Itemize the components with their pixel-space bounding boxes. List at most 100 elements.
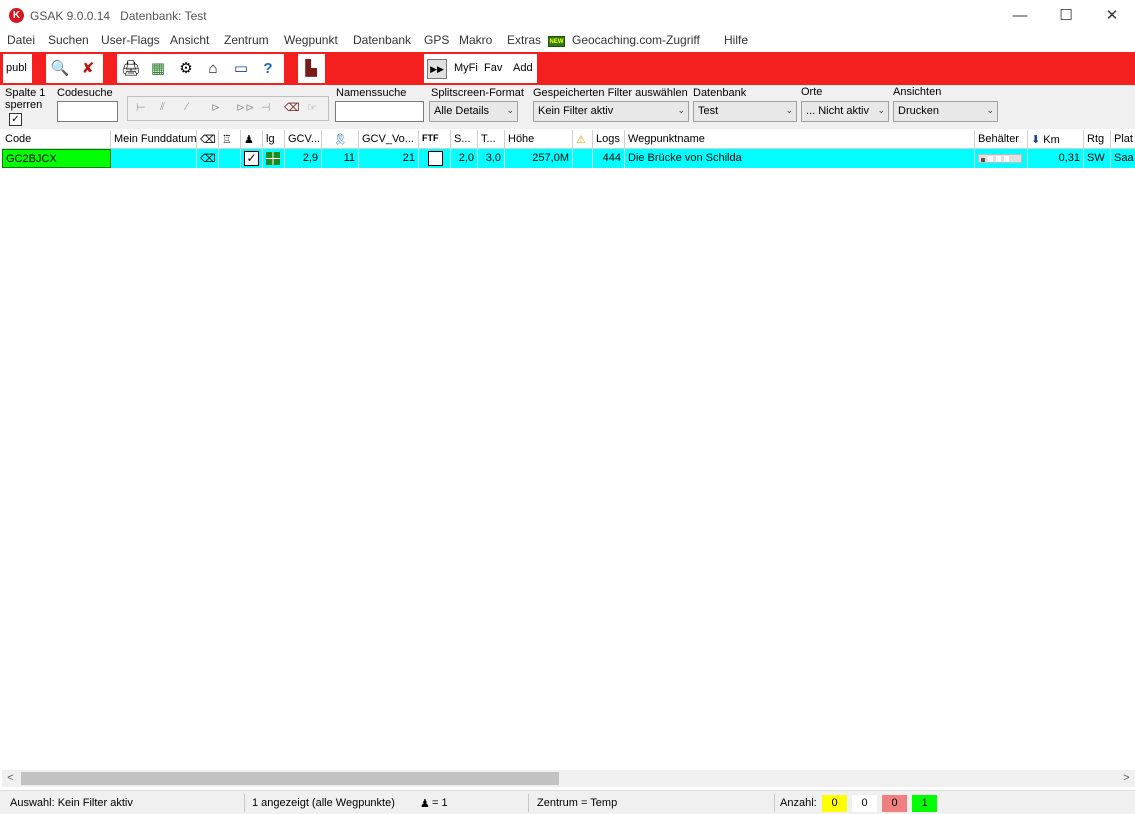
places-label: Orte [801, 86, 823, 98]
column-header-container[interactable]: Behälter [975, 130, 1028, 149]
cell-km[interactable]: 0,31 [1028, 149, 1084, 168]
menu-user-flags[interactable]: User-Flags [101, 33, 160, 47]
user-flag-checkbox[interactable]: ✓ [244, 151, 259, 166]
menu-extras[interactable]: Extras [507, 33, 541, 47]
home-icon[interactable]: ⌂ [202, 58, 224, 80]
cell-name[interactable]: Die Brücke von Schilda [625, 149, 975, 168]
nav-prev-icon[interactable]: ∕ [186, 101, 188, 113]
window-icon[interactable]: ▭ [230, 58, 252, 80]
nav-last-icon[interactable]: ⊣ [261, 101, 271, 114]
column-header-t[interactable]: T... [478, 130, 505, 149]
cell-eraser[interactable]: ⌫ [197, 149, 219, 168]
cell-hoehe[interactable]: 257,0M [505, 149, 573, 168]
cell-gcv-vo[interactable]: 21 [359, 149, 419, 168]
gps-device-icon[interactable]: ⚙ [175, 58, 197, 80]
menu-suchen[interactable]: Suchen [48, 33, 89, 47]
pointer-hand-icon[interactable]: ☞ [307, 101, 317, 114]
minimize-button[interactable]: — [997, 0, 1043, 31]
column-header-lg[interactable]: lg [263, 130, 285, 149]
cell-plat[interactable]: Saa [1111, 149, 1135, 168]
grid-empty-area[interactable] [2, 168, 1135, 770]
column-header-warning[interactable]: ⚠ [573, 130, 593, 149]
cell-trackable [219, 149, 241, 168]
grid-colors-icon[interactable]: ▦ [147, 58, 169, 80]
scroll-left-arrow-icon[interactable]: < [2, 770, 19, 787]
cell-found-date[interactable] [111, 149, 197, 168]
column-header-s[interactable]: S... [451, 130, 478, 149]
name-search-input[interactable] [335, 101, 424, 122]
count-red: 0 [882, 795, 907, 812]
places-value: ... Nicht aktiv [806, 105, 869, 117]
gsak-logo-icon: K [9, 8, 24, 23]
add-button[interactable]: Add [513, 62, 533, 74]
cell-rtg[interactable]: SW [1084, 149, 1111, 168]
menu-ansicht[interactable]: Ansicht [170, 33, 209, 47]
eraser-icon[interactable]: ⌫ [284, 101, 300, 114]
cell-user-flag[interactable]: ✓ [241, 149, 263, 168]
column-header-found-date[interactable]: Mein Funddatum [111, 130, 197, 149]
column-header-km[interactable]: ⬇ Km [1028, 130, 1084, 149]
column-header-code[interactable]: Code [2, 130, 111, 149]
places-select[interactable]: ... Nicht aktiv ⌄ [801, 101, 889, 122]
column-header-name[interactable]: Wegpunktname [625, 130, 975, 149]
cell-ftf[interactable] [419, 149, 451, 168]
fast-forward-icon[interactable]: ▶▶ [427, 59, 447, 79]
column-header-logs[interactable]: Logs [593, 130, 625, 149]
views-label: Ansichten [893, 86, 942, 98]
menu-datenbank[interactable]: Datenbank [353, 33, 411, 47]
nav-next-icon[interactable]: ⊳ [211, 101, 220, 114]
table-row[interactable]: GC2BJCX ⌫ ✓ 2,9 11 21 2,0 3,0 257,0M 444… [2, 149, 1135, 168]
myfi-button[interactable]: MyFi [454, 62, 478, 74]
column-header-ribbon[interactable]: 🎗 [322, 130, 359, 149]
menu-makro[interactable]: Makro [459, 33, 492, 47]
menu-hilfe[interactable]: Hilfe [724, 33, 748, 47]
cell-container[interactable] [975, 149, 1028, 168]
cell-t[interactable]: 3,0 [478, 149, 505, 168]
lock-column-checkbox[interactable]: ✓ [9, 113, 22, 126]
splitscreen-select[interactable]: Alle Details ⌄ [429, 101, 518, 122]
saved-filter-label: Gespeicherten Filter auswählen [533, 87, 688, 99]
column-header-hoehe[interactable]: Höhe [505, 130, 573, 149]
cell-logs[interactable]: 444 [593, 149, 625, 168]
column-header-rtg[interactable]: Rtg [1084, 130, 1111, 149]
database-select[interactable]: Test ⌄ [693, 101, 797, 122]
menu-wegpunkt[interactable]: Wegpunkt [284, 33, 338, 47]
column-header-plat[interactable]: Plat [1111, 130, 1135, 149]
ftf-checkbox[interactable] [428, 151, 443, 166]
code-search-label: Codesuche [57, 87, 113, 99]
cell-ribbon[interactable]: 11 [322, 149, 359, 168]
horizontal-scrollbar[interactable]: < > [2, 770, 1135, 787]
views-select[interactable]: Drucken ⌄ [893, 101, 998, 122]
code-search-input[interactable] [57, 101, 118, 122]
nav-first-icon[interactable]: ⊢ [136, 101, 146, 114]
search-magnifier-icon[interactable]: 🔍 [49, 58, 71, 80]
publ-button[interactable]: publ [3, 54, 32, 83]
nav-prev-page-icon[interactable]: ⫽ [160, 101, 165, 114]
cell-code[interactable]: GC2BJCX [2, 149, 111, 168]
menu-gps[interactable]: GPS [424, 33, 449, 47]
nav-next-page-icon[interactable]: ⊳⊳ [236, 101, 254, 114]
scroll-thumb[interactable] [21, 772, 559, 785]
column-header-ftf[interactable]: FTF [419, 130, 451, 149]
status-count-label: Anzahl: [780, 797, 817, 809]
cell-s[interactable]: 2,0 [451, 149, 478, 168]
exit-door-icon[interactable]: ▙ [300, 58, 322, 80]
lock-column-label: Spalte 1 [5, 87, 46, 99]
maximize-button[interactable]: ☐ [1043, 0, 1089, 31]
scroll-right-arrow-icon[interactable]: > [1118, 770, 1135, 787]
column-header-gcv-vo[interactable]: GCV_Vo... [359, 130, 419, 149]
column-header-eraser[interactable]: ⌫ [197, 130, 219, 149]
print-icon[interactable]: 🖨 [120, 58, 142, 80]
help-icon[interactable]: ? [257, 58, 279, 80]
column-header-trackable[interactable]: ♖ [219, 130, 241, 149]
menu-geocaching-access[interactable]: Geocaching.com-Zugriff [572, 33, 700, 47]
menu-zentrum[interactable]: Zentrum [224, 33, 269, 47]
saved-filter-select[interactable]: Kein Filter aktiv ⌄ [533, 101, 689, 122]
cell-gcv1[interactable]: 2,9 [285, 149, 322, 168]
delete-icon[interactable]: ✘ [77, 58, 99, 80]
fav-button[interactable]: Fav [484, 62, 502, 74]
column-header-user[interactable]: ♟ [241, 130, 263, 149]
column-header-gcv1[interactable]: GCV... [285, 130, 322, 149]
close-button[interactable]: ✕ [1089, 0, 1135, 31]
menu-datei[interactable]: Datei [7, 33, 35, 47]
